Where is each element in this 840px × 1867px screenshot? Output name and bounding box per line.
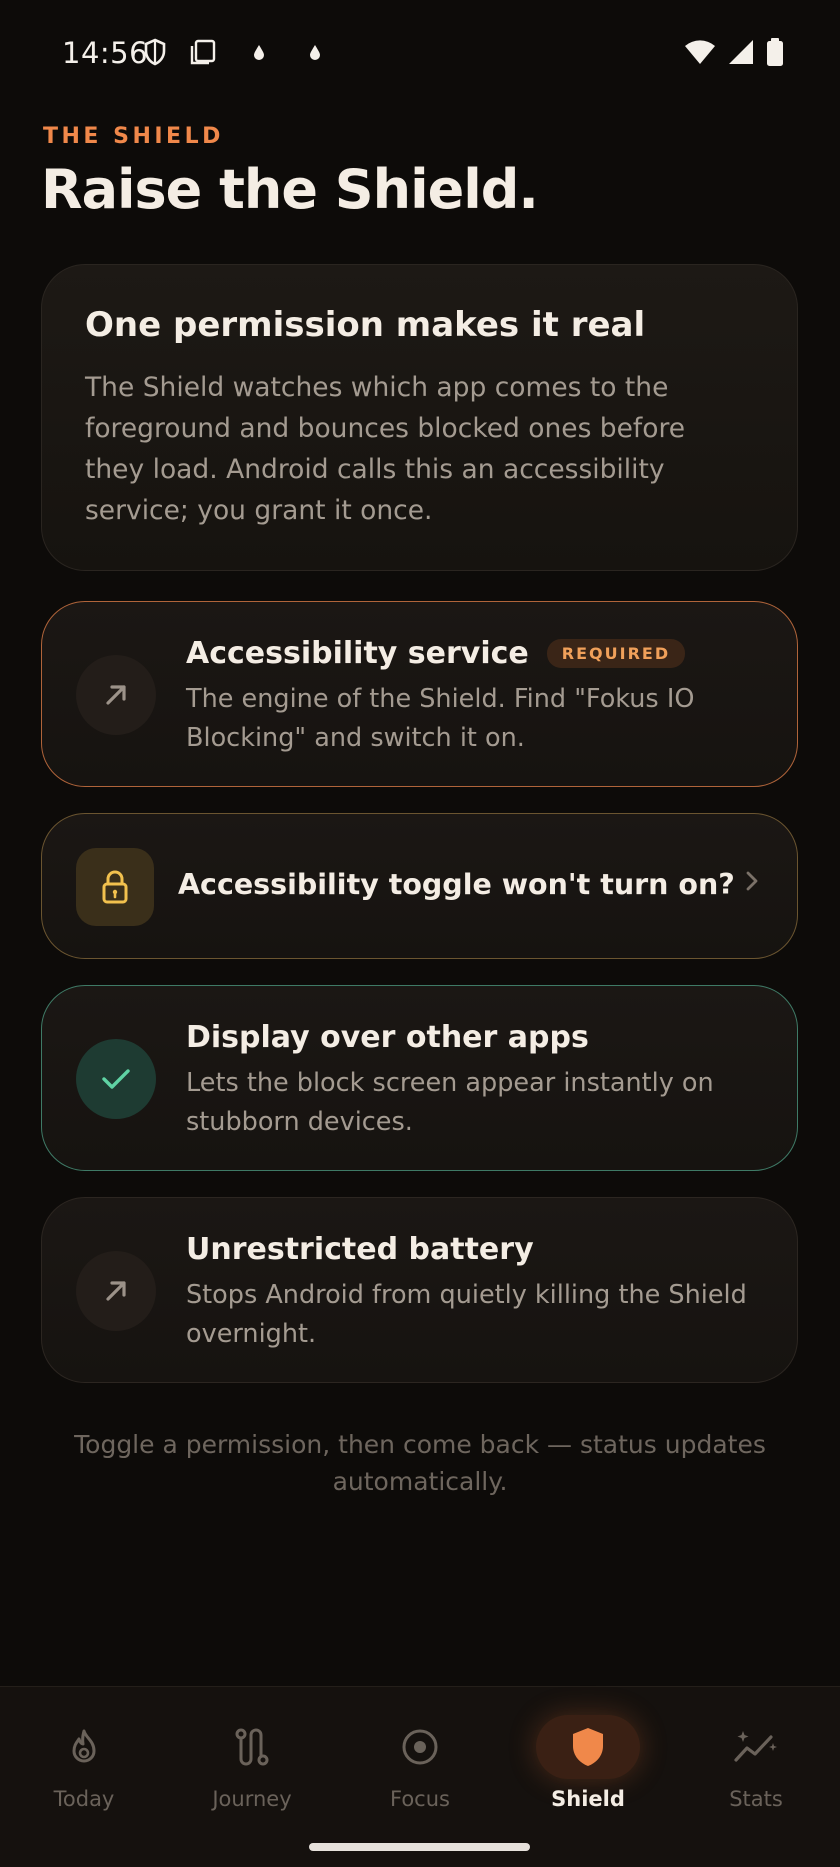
intro-title: One permission makes it real <box>85 305 646 345</box>
intro-body: The Shield watches which app comes to th… <box>85 372 686 526</box>
battery-icon <box>766 38 784 70</box>
nav-label: Stats <box>729 1787 783 1811</box>
permission-card-battery[interactable]: Unrestricted battery Stops Android from … <box>41 1197 798 1383</box>
permission-title: Unrestricted battery <box>186 1232 534 1267</box>
page-title: Raise the Shield. <box>41 158 539 221</box>
arrow-up-right-icon <box>76 655 156 735</box>
nav-item-journey[interactable]: Journey <box>168 1687 336 1827</box>
sparkle-chart-icon <box>704 1715 808 1779</box>
route-icon <box>200 1715 304 1779</box>
help-title: Accessibility toggle won't turn on? <box>178 868 735 901</box>
permission-card-accessibility[interactable]: Accessibility service REQUIRED The engin… <box>41 601 798 787</box>
notification-icons <box>143 38 321 70</box>
shield-icon <box>143 38 167 70</box>
permission-title: Accessibility service <box>186 636 529 671</box>
shield-icon <box>536 1715 640 1779</box>
permission-description: Lets the block screen appear instantly o… <box>186 1068 714 1137</box>
wifi-icon <box>684 39 716 69</box>
status-bar: 14:56 <box>0 0 840 108</box>
check-icon <box>76 1039 156 1119</box>
accessibility-help-card[interactable]: Accessibility toggle won't turn on? <box>41 813 798 959</box>
required-badge: REQUIRED <box>546 639 686 668</box>
screenshot-icon <box>189 38 217 70</box>
nav-item-stats[interactable]: Stats <box>672 1687 840 1827</box>
footer-note: Toggle a permission, then come back — st… <box>74 1430 766 1496</box>
arrow-up-right-icon <box>76 1251 156 1331</box>
permission-description: Stops Android from quietly killing the S… <box>186 1280 747 1349</box>
flame-icon <box>32 1715 136 1779</box>
nav-label: Focus <box>390 1787 450 1811</box>
bottom-navigation: Today Journey Focus Shield Stats <box>0 1686 840 1867</box>
permission-description: The engine of the Shield. Find "Fokus IO… <box>186 684 695 753</box>
nav-item-shield[interactable]: Shield <box>504 1687 672 1827</box>
permission-card-overlay[interactable]: Display over other apps Lets the block s… <box>41 985 798 1171</box>
status-time: 14:56 <box>62 36 149 70</box>
nav-label: Shield <box>551 1787 625 1811</box>
section-eyebrow: THE SHIELD <box>43 124 224 149</box>
nav-label: Today <box>53 1787 115 1811</box>
permission-title: Display over other apps <box>186 1020 589 1055</box>
system-icons <box>684 38 784 70</box>
nav-label: Journey <box>212 1787 292 1811</box>
chevron-right-icon <box>745 869 759 897</box>
nav-item-focus[interactable]: Focus <box>336 1687 504 1827</box>
home-indicator[interactable] <box>309 1843 530 1851</box>
intro-card: One permission makes it real The Shield … <box>41 264 798 571</box>
nav-item-today[interactable]: Today <box>0 1687 168 1827</box>
shield-setup-screen: 14:56 THE SHIELD Raise the Shield. One p… <box>0 0 840 1867</box>
drop-icon <box>309 44 321 64</box>
drop-icon <box>253 44 265 64</box>
lock-icon <box>76 848 154 926</box>
target-icon <box>368 1715 472 1779</box>
cellular-signal-icon <box>728 39 754 69</box>
